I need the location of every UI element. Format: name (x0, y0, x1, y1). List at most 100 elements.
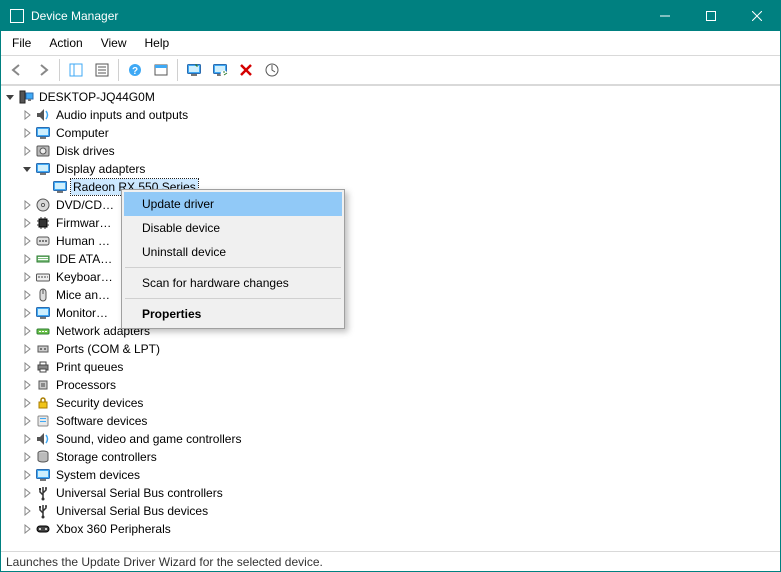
category-label: Universal Serial Bus controllers (54, 485, 225, 501)
category-label: Sound, video and game controllers (54, 431, 243, 447)
category-node[interactable]: Xbox 360 Peripherals (3, 520, 778, 538)
forward-button[interactable] (31, 58, 55, 82)
menu-file[interactable]: File (5, 34, 38, 52)
monitor-icon (35, 161, 51, 177)
expand-icon[interactable] (20, 378, 34, 392)
window-title: Device Manager (31, 9, 642, 23)
tree-root[interactable]: DESKTOP-JQ44G0M (3, 88, 778, 106)
expand-icon[interactable] (20, 486, 34, 500)
category-node[interactable]: Print queues (3, 358, 778, 376)
category-label: System devices (54, 467, 142, 483)
monitor-icon (52, 179, 68, 195)
category-node[interactable]: Ports (COM & LPT) (3, 340, 778, 358)
category-node[interactable]: Storage controllers (3, 448, 778, 466)
context-menu-item[interactable]: Scan for hardware changes (124, 271, 342, 295)
expand-icon[interactable] (20, 324, 34, 338)
ide-icon (35, 251, 51, 267)
status-text: Launches the Update Driver Wizard for th… (6, 555, 323, 569)
maximize-button[interactable] (688, 1, 734, 31)
expand-icon[interactable] (20, 198, 34, 212)
expand-icon[interactable] (20, 468, 34, 482)
separator (59, 59, 60, 81)
menu-action[interactable]: Action (42, 34, 89, 52)
category-node[interactable]: Processors (3, 376, 778, 394)
uninstall-button[interactable] (208, 58, 232, 82)
category-node[interactable]: Monitor… (3, 304, 778, 322)
category-node[interactable]: Universal Serial Bus controllers (3, 484, 778, 502)
category-label: Print queues (54, 359, 125, 375)
expand-icon[interactable] (20, 504, 34, 518)
device-node[interactable]: Radeon RX 550 Series (3, 178, 778, 196)
category-node[interactable]: Display adapters (3, 160, 778, 178)
category-node[interactable]: IDE ATA… (3, 250, 778, 268)
category-node[interactable]: Mice an… (3, 286, 778, 304)
device-tree[interactable]: DESKTOP-JQ44G0MAudio inputs and outputsC… (1, 85, 780, 551)
category-node[interactable]: Software devices (3, 412, 778, 430)
category-label: Security devices (54, 395, 145, 411)
optical-icon (35, 197, 51, 213)
expand-icon[interactable] (20, 216, 34, 230)
category-label: DVD/CD… (54, 197, 116, 213)
category-node[interactable]: Network adapters (3, 322, 778, 340)
gamepad-icon (35, 521, 51, 537)
show-hide-tree-button[interactable] (64, 58, 88, 82)
context-menu-item[interactable]: Properties (124, 302, 342, 326)
category-label: Processors (54, 377, 118, 393)
category-node[interactable]: Universal Serial Bus devices (3, 502, 778, 520)
expand-icon[interactable] (20, 342, 34, 356)
context-menu-item[interactable]: Update driver (124, 192, 342, 216)
action-button[interactable] (149, 58, 173, 82)
expand-icon[interactable] (20, 144, 34, 158)
menu-view[interactable]: View (94, 34, 134, 52)
category-label: Monitor… (54, 305, 110, 321)
help-button[interactable]: ? (123, 58, 147, 82)
scan-hardware-button[interactable] (260, 58, 284, 82)
menubar: File Action View Help (1, 31, 780, 55)
minimize-button[interactable] (642, 1, 688, 31)
separator (177, 59, 178, 81)
context-menu-item[interactable]: Uninstall device (124, 240, 342, 264)
printer-icon (35, 359, 51, 375)
category-node[interactable]: System devices (3, 466, 778, 484)
category-node[interactable]: Security devices (3, 394, 778, 412)
expand-icon[interactable] (20, 360, 34, 374)
app-icon (9, 8, 25, 24)
category-node[interactable]: Audio inputs and outputs (3, 106, 778, 124)
context-menu-item[interactable]: Disable device (124, 216, 342, 240)
svg-text:?: ? (132, 66, 138, 77)
monitor-icon (35, 467, 51, 483)
expand-icon[interactable] (3, 90, 17, 104)
category-node[interactable]: DVD/CD… (3, 196, 778, 214)
root-label: DESKTOP-JQ44G0M (37, 89, 157, 105)
context-menu: Update driverDisable deviceUninstall dev… (121, 189, 345, 329)
expand-icon[interactable] (20, 252, 34, 266)
expand-icon[interactable] (20, 414, 34, 428)
expand-icon[interactable] (20, 126, 34, 140)
device-manager-window: Device Manager File Action View Help ? D… (0, 0, 781, 572)
category-node[interactable]: Firmwar… (3, 214, 778, 232)
expand-icon[interactable] (20, 450, 34, 464)
expand-icon[interactable] (20, 108, 34, 122)
titlebar[interactable]: Device Manager (1, 1, 780, 31)
expand-icon[interactable] (20, 162, 34, 176)
expand-icon[interactable] (20, 270, 34, 284)
expand-icon[interactable] (20, 522, 34, 536)
expand-icon[interactable] (20, 306, 34, 320)
expand-icon[interactable] (20, 288, 34, 302)
menu-help[interactable]: Help (138, 34, 177, 52)
properties-icon[interactable] (90, 58, 114, 82)
soft-icon (35, 413, 51, 429)
category-node[interactable]: Keyboar… (3, 268, 778, 286)
category-node[interactable]: Disk drives (3, 142, 778, 160)
disable-button[interactable] (234, 58, 258, 82)
usb-icon (35, 503, 51, 519)
back-button[interactable] (5, 58, 29, 82)
update-driver-button[interactable] (182, 58, 206, 82)
category-node[interactable]: Human … (3, 232, 778, 250)
close-button[interactable] (734, 1, 780, 31)
category-node[interactable]: Computer (3, 124, 778, 142)
expand-icon[interactable] (20, 234, 34, 248)
expand-icon[interactable] (20, 396, 34, 410)
expand-icon[interactable] (20, 432, 34, 446)
category-node[interactable]: Sound, video and game controllers (3, 430, 778, 448)
